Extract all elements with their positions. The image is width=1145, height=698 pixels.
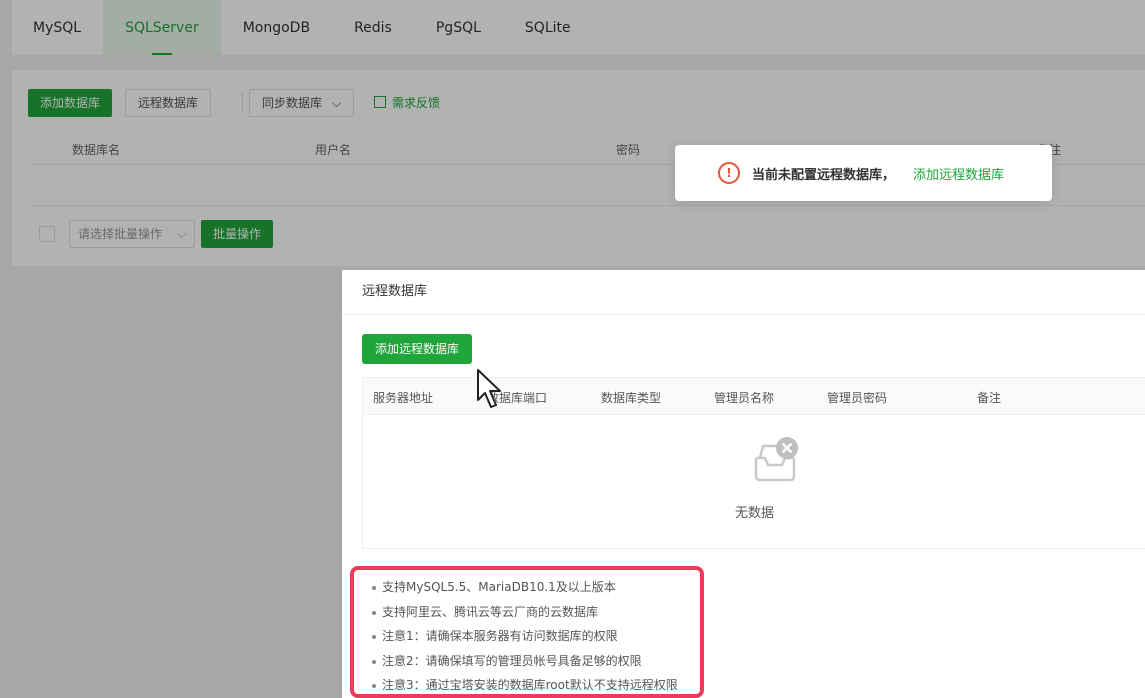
warning-toast: ! 当前未配置远程数据库， 添加远程数据库 bbox=[675, 145, 1052, 201]
note-item: 支持阿里云、腾讯云等云厂商的云数据库 bbox=[372, 600, 700, 625]
notes-list: 支持MySQL5.5、MariaDB10.1及以上版本 支持阿里云、腾讯云等云厂… bbox=[354, 570, 700, 698]
notes-highlight-box: 支持MySQL5.5、MariaDB10.1及以上版本 支持阿里云、腾讯云等云厂… bbox=[350, 566, 704, 698]
col-database-type: 数据库类型 bbox=[601, 391, 662, 405]
note-item: 注意1：请确保本服务器有访问数据库的权限 bbox=[372, 624, 700, 649]
add-remote-database-button[interactable]: 添加远程数据库 bbox=[362, 334, 472, 364]
empty-state-text: 无数据 bbox=[734, 506, 774, 521]
warning-circle-icon: ! bbox=[718, 162, 740, 184]
empty-inbox-icon bbox=[754, 437, 798, 482]
mouse-pointer-icon bbox=[477, 369, 501, 408]
toast-add-remote-link[interactable]: 添加远程数据库 bbox=[913, 164, 1004, 183]
note-item: 支持MySQL5.5、MariaDB10.1及以上版本 bbox=[372, 575, 700, 600]
remote-database-dialog: 远程数据库 添加远程数据库 服务器地址 数据库端口 数据库类型 管理员名称 管理… bbox=[342, 270, 1145, 698]
note-item: 注意2：请确保填写的管理员帐号具备足够的权限 bbox=[372, 649, 700, 674]
toast-message: 当前未配置远程数据库， bbox=[752, 167, 896, 183]
col-admin-password: 管理员密码 bbox=[827, 391, 888, 405]
col-remark: 备注 bbox=[977, 391, 1002, 405]
dialog-title: 远程数据库 bbox=[342, 270, 1145, 315]
col-admin-name: 管理员名称 bbox=[714, 391, 775, 405]
col-server-address: 服务器地址 bbox=[373, 391, 434, 405]
note-item: 注意3：通过宝塔安装的数据库root默认不支持远程权限 bbox=[372, 673, 700, 698]
